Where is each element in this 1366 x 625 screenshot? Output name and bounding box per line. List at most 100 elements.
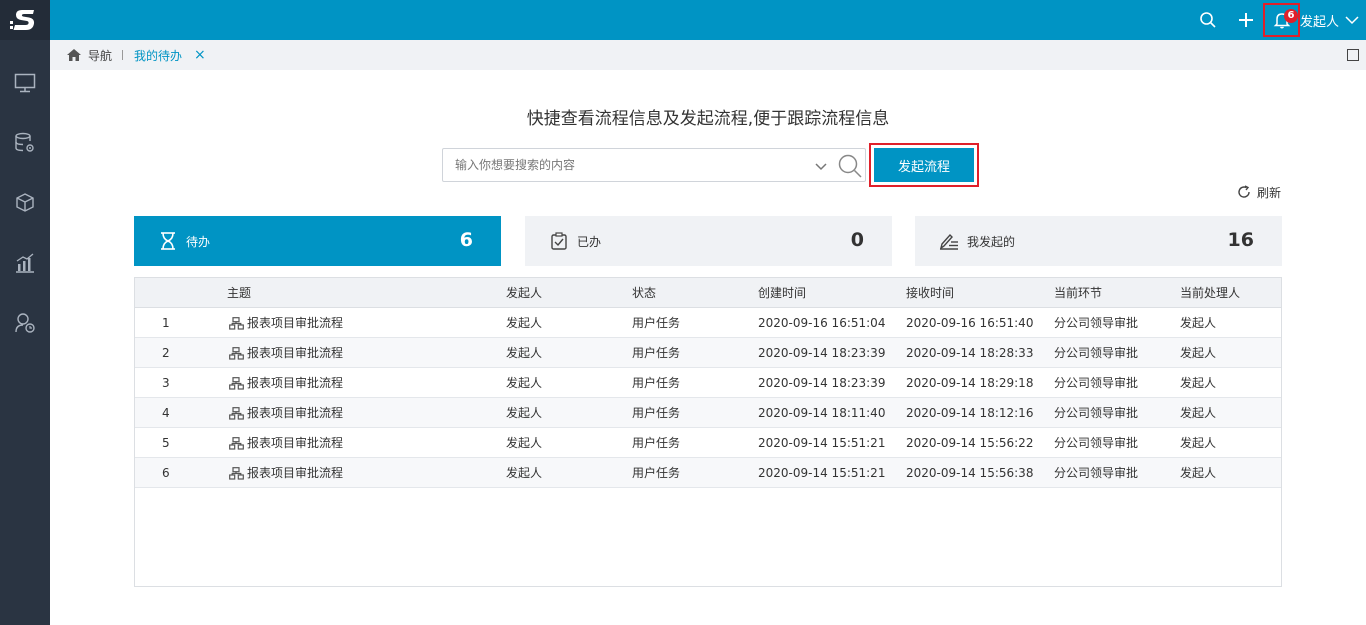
search-box: [442, 148, 866, 182]
table-row[interactable]: 6 报表项目审批流程 发起人 用户任务 2020-09-14 15:51:21 2020-…: [135, 458, 1281, 488]
notification-badge: 6: [1284, 9, 1298, 23]
cell-status: 用户任务: [632, 316, 681, 330]
card-initiated-count: 16: [1227, 229, 1254, 251]
sidebar: [0, 0, 50, 625]
cell-status: 用户任务: [632, 376, 681, 390]
cell-initiator: 发起人: [506, 346, 543, 360]
cell-stage: 分公司领导审批: [1054, 316, 1139, 330]
cell-status: 用户任务: [632, 436, 681, 450]
cell-received: 2020-09-14 15:56:22: [906, 436, 1034, 450]
search-icon[interactable]: [1196, 8, 1220, 32]
flow-icon: [229, 346, 244, 360]
chevron-down-icon[interactable]: [813, 158, 829, 174]
subject-link[interactable]: 报表项目审批流程: [247, 458, 343, 488]
col-received: 接收时间: [906, 286, 955, 300]
cubes-icon[interactable]: [13, 191, 37, 215]
search-icon[interactable]: [837, 153, 863, 179]
notification-button[interactable]: 6: [1263, 3, 1300, 37]
table-row[interactable]: 5 报表项目审批流程 发起人 用户任务 2020-09-14 15:51:21 2020-…: [135, 428, 1281, 458]
user-name: 发起人: [1300, 14, 1340, 30]
flow-icon: [229, 376, 244, 390]
cell-initiator: 发起人: [506, 406, 543, 420]
cell-created: 2020-09-14 15:51:21: [758, 436, 886, 450]
cell-index: 1: [162, 316, 170, 330]
home-icon: [67, 49, 81, 61]
cell-handler: 发起人: [1180, 316, 1217, 330]
col-subject: 主题: [227, 286, 252, 300]
table-header: 主题 发起人 状态 创建时间 接收时间 当前环节 当前处理人: [135, 278, 1281, 308]
s-logo-icon[interactable]: [0, 0, 50, 40]
cell-received: 2020-09-14 15:56:38: [906, 466, 1034, 480]
tab-home[interactable]: 导航: [66, 40, 112, 70]
hourglass-icon: [158, 231, 178, 251]
cell-handler: 发起人: [1180, 466, 1217, 480]
subject-link[interactable]: 报表项目审批流程: [247, 368, 343, 398]
monitor-icon[interactable]: [13, 71, 37, 95]
cell-created: 2020-09-14 15:51:21: [758, 466, 886, 480]
cell-created: 2020-09-16 16:51:04: [758, 316, 886, 330]
cell-handler: 发起人: [1180, 346, 1217, 360]
col-initiator: 发起人: [506, 286, 543, 300]
table-row[interactable]: 1 报表项目审批流程 发起人 用户任务 2020-09-16 16:51:04 2020-…: [135, 308, 1281, 338]
flow-icon: [229, 436, 244, 450]
col-created: 创建时间: [758, 286, 807, 300]
card-done[interactable]: 已办 0: [525, 216, 892, 266]
flow-icon: [229, 406, 244, 420]
cell-subject: 报表项目审批流程: [229, 308, 343, 338]
cell-status: 用户任务: [632, 406, 681, 420]
launch-process-button[interactable]: 发起流程: [874, 148, 974, 182]
cell-subject: 报表项目审批流程: [229, 428, 343, 458]
tab-strip: 导航 我的待办 ×: [50, 40, 1366, 70]
table-row[interactable]: 3 报表项目审批流程 发起人 用户任务 2020-09-14 18:23:39 2020-…: [135, 368, 1281, 398]
card-initiated[interactable]: 我发起的 16: [915, 216, 1282, 266]
cell-initiator: 发起人: [506, 376, 543, 390]
tab-my-todo[interactable]: 我的待办: [134, 40, 182, 70]
cell-received: 2020-09-14 18:12:16: [906, 406, 1034, 420]
bar-chart-icon[interactable]: [13, 251, 37, 275]
cell-index: 5: [162, 436, 170, 450]
refresh-label: 刷新: [1257, 185, 1282, 200]
cell-status: 用户任务: [632, 466, 681, 480]
cell-index: 3: [162, 376, 170, 390]
cell-created: 2020-09-14 18:23:39: [758, 376, 886, 390]
flow-icon: [229, 316, 244, 330]
cell-received: 2020-09-16 16:51:40: [906, 316, 1034, 330]
cell-index: 4: [162, 406, 170, 420]
subject-link[interactable]: 报表项目审批流程: [247, 398, 343, 428]
cell-created: 2020-09-14 18:23:39: [758, 346, 886, 360]
table-row[interactable]: 2 报表项目审批流程 发起人 用户任务 2020-09-14 18:23:39 2020-…: [135, 338, 1281, 368]
tab-close-icon[interactable]: ×: [194, 40, 206, 70]
tab-my-todo-label: 我的待办: [134, 48, 183, 63]
cell-stage: 分公司领导审批: [1054, 436, 1139, 450]
user-menu[interactable]: 发起人: [1300, 0, 1359, 40]
card-done-count: 0: [850, 229, 864, 251]
checked-clipboard-icon: [549, 231, 569, 251]
user-process-icon[interactable]: [13, 311, 37, 335]
cell-handler: 发起人: [1180, 406, 1217, 420]
cell-stage: 分公司领导审批: [1054, 376, 1139, 390]
subject-link[interactable]: 报表项目审批流程: [247, 338, 343, 368]
card-todo-count: 6: [459, 229, 473, 251]
card-done-label: 已办: [577, 235, 602, 249]
cell-subject: 报表项目审批流程: [229, 368, 343, 398]
search-input[interactable]: [455, 156, 805, 174]
cell-subject: 报表项目审批流程: [229, 398, 343, 428]
cell-status: 用户任务: [632, 346, 681, 360]
refresh-button[interactable]: 刷新: [1237, 184, 1281, 200]
cell-handler: 发起人: [1180, 436, 1217, 450]
col-handler: 当前处理人: [1180, 286, 1241, 300]
todo-table: 主题 发起人 状态 创建时间 接收时间 当前环节 当前处理人 1 报表项目审批流程…: [134, 277, 1282, 587]
card-initiated-label: 我发起的: [967, 235, 1016, 249]
fullscreen-icon[interactable]: [1347, 49, 1359, 61]
subject-link[interactable]: 报表项目审批流程: [247, 308, 343, 338]
cell-stage: 分公司领导审批: [1054, 346, 1139, 360]
database-settings-icon[interactable]: [13, 131, 37, 155]
plus-icon[interactable]: [1234, 8, 1258, 32]
table-row[interactable]: 4 报表项目审批流程 发起人 用户任务 2020-09-14 18:11:40 2020-…: [135, 398, 1281, 428]
cell-created: 2020-09-14 18:11:40: [758, 406, 886, 420]
flow-icon: [229, 466, 244, 480]
cell-initiator: 发起人: [506, 316, 543, 330]
subject-link[interactable]: 报表项目审批流程: [247, 428, 343, 458]
card-todo[interactable]: 待办 6: [134, 216, 501, 266]
cell-received: 2020-09-14 18:28:33: [906, 346, 1034, 360]
